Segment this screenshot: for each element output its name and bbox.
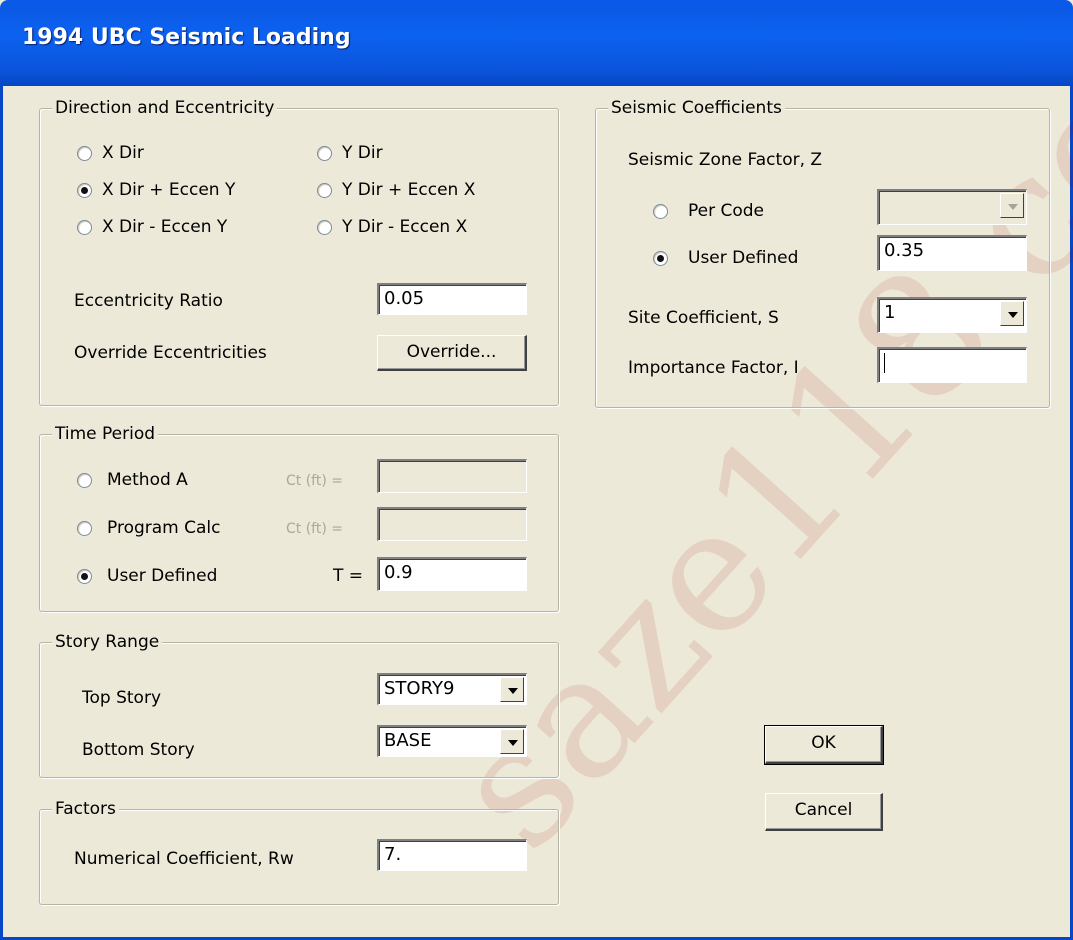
top-story-value: STORY9 bbox=[384, 678, 455, 699]
top-story-select[interactable]: STORY9 bbox=[377, 673, 527, 705]
label-x-dir-plus-eccen-y: X Dir + Eccen Y bbox=[102, 180, 236, 200]
eccentricity-ratio-input[interactable]: 0.05 bbox=[377, 283, 527, 315]
rw-label: Numerical Coefficient, Rw bbox=[74, 849, 294, 869]
time-period-group: Time Period Method A Ct (ft) = Program C… bbox=[39, 423, 559, 612]
top-story-label: Top Story bbox=[82, 688, 161, 708]
seismic-coefficients-legend: Seismic Coefficients bbox=[608, 97, 785, 119]
chevron-down-icon bbox=[1000, 193, 1024, 218]
factors-group: Factors Numerical Coefficient, Rw 7. bbox=[39, 798, 559, 905]
rw-input[interactable]: 7. bbox=[377, 839, 527, 871]
label-user-defined-zone: User Defined bbox=[688, 248, 799, 268]
label-method-a: Method A bbox=[107, 470, 188, 490]
bottom-story-select[interactable]: BASE bbox=[377, 725, 527, 757]
radio-user-defined-period[interactable] bbox=[77, 569, 92, 584]
importance-factor-label: Importance Factor, I bbox=[628, 358, 799, 378]
dialog-body: saze118.com Direction and Eccentricity X… bbox=[0, 0, 1073, 940]
site-coefficient-select[interactable]: 1 bbox=[877, 297, 1027, 333]
radio-x-dir-plus-eccen-y[interactable] bbox=[77, 183, 92, 198]
bottom-story-label: Bottom Story bbox=[82, 740, 195, 760]
radio-user-defined-zone[interactable] bbox=[653, 251, 668, 266]
label-ct-program-calc: Ct (ft) = bbox=[286, 521, 343, 537]
chevron-down-icon[interactable] bbox=[500, 677, 524, 702]
eccentricity-ratio-label: Eccentricity Ratio bbox=[74, 291, 223, 311]
label-t: T = bbox=[333, 566, 364, 586]
radio-program-calc[interactable] bbox=[77, 521, 92, 536]
override-button[interactable]: Override... bbox=[377, 335, 527, 371]
zone-factor-input[interactable]: 0.35 bbox=[877, 235, 1027, 271]
label-y-dir: Y Dir bbox=[342, 143, 383, 163]
label-y-dir-plus-eccen-x: Y Dir + Eccen X bbox=[342, 180, 476, 200]
seismic-coefficients-group: Seismic Coefficients Seismic Zone Factor… bbox=[595, 97, 1050, 408]
per-code-select bbox=[877, 189, 1027, 225]
site-coefficient-label: Site Coefficient, S bbox=[628, 308, 779, 328]
bottom-story-value: BASE bbox=[384, 730, 432, 751]
direction-eccentricity-legend: Direction and Eccentricity bbox=[52, 97, 278, 119]
time-period-legend: Time Period bbox=[52, 423, 159, 445]
label-per-code: Per Code bbox=[688, 201, 765, 221]
override-eccentricities-label: Override Eccentricities bbox=[74, 343, 267, 363]
ok-button[interactable]: OK bbox=[764, 725, 884, 765]
radio-x-dir-minus-eccen-y[interactable] bbox=[77, 220, 92, 235]
text-caret bbox=[884, 353, 885, 373]
story-range-legend: Story Range bbox=[52, 631, 163, 653]
importance-factor-input[interactable] bbox=[877, 347, 1027, 383]
chevron-down-icon[interactable] bbox=[500, 729, 524, 754]
radio-x-dir[interactable] bbox=[77, 146, 92, 161]
label-ct-method-a: Ct (ft) = bbox=[286, 473, 343, 489]
label-y-dir-minus-eccen-x: Y Dir - Eccen X bbox=[342, 217, 468, 237]
radio-y-dir[interactable] bbox=[317, 146, 332, 161]
direction-eccentricity-group: Direction and Eccentricity X Dir Y Dir X… bbox=[39, 97, 559, 406]
radio-per-code[interactable] bbox=[653, 204, 668, 219]
radio-method-a[interactable] bbox=[77, 473, 92, 488]
radio-y-dir-minus-eccen-x[interactable] bbox=[317, 220, 332, 235]
ct-method-a-input[interactable] bbox=[377, 459, 527, 493]
radio-y-dir-plus-eccen-x[interactable] bbox=[317, 183, 332, 198]
chevron-down-icon[interactable] bbox=[1000, 301, 1024, 326]
ct-program-calc-input[interactable] bbox=[377, 507, 527, 541]
label-x-dir: X Dir bbox=[102, 143, 144, 163]
window-title: 1994 UBC Seismic Loading bbox=[22, 25, 351, 50]
label-user-defined-period: User Defined bbox=[107, 566, 218, 586]
title-bar[interactable]: 1994 UBC Seismic Loading bbox=[0, 0, 1073, 86]
label-x-dir-minus-eccen-y: X Dir - Eccen Y bbox=[102, 217, 228, 237]
zone-factor-label: Seismic Zone Factor, Z bbox=[628, 150, 823, 170]
cancel-button[interactable]: Cancel bbox=[765, 793, 883, 831]
story-range-group: Story Range Top Story STORY9 Bottom Stor… bbox=[39, 631, 559, 778]
label-program-calc: Program Calc bbox=[107, 518, 221, 538]
factors-legend: Factors bbox=[52, 798, 119, 820]
site-coefficient-value: 1 bbox=[884, 302, 896, 323]
period-t-input[interactable]: 0.9 bbox=[377, 557, 527, 591]
